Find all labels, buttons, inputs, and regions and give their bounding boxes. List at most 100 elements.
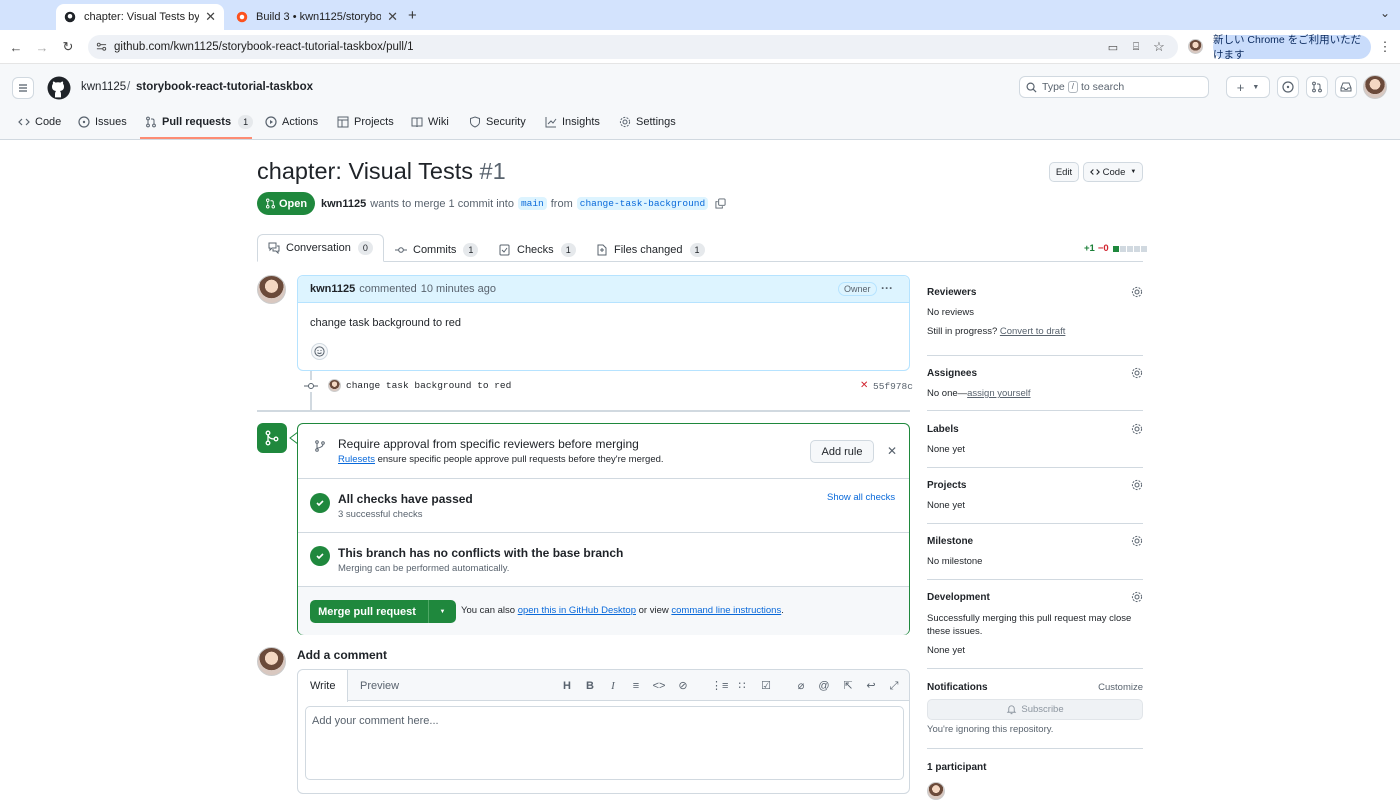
- milestone-heading[interactable]: Milestone: [927, 536, 973, 547]
- tab-conversation[interactable]: Conversation 0: [257, 234, 384, 262]
- commit-sha-link[interactable]: 55f978c: [873, 381, 913, 392]
- tab-files-changed[interactable]: Files changed 1: [596, 238, 705, 262]
- chrome-menu-icon[interactable]: ⋮: [1375, 37, 1395, 57]
- projects-heading[interactable]: Projects: [927, 480, 966, 491]
- gear-icon[interactable]: [1131, 535, 1143, 547]
- repo-nav-code[interactable]: Code: [18, 112, 61, 132]
- address-bar[interactable]: github.com/kwn1125/storybook-react-tutor…: [88, 35, 1178, 59]
- edit-title-button[interactable]: Edit: [1049, 162, 1079, 182]
- global-menu-button[interactable]: [12, 77, 34, 99]
- code-icon[interactable]: <>: [652, 679, 666, 693]
- gear-icon[interactable]: [1131, 367, 1143, 379]
- merge-options-caret-icon[interactable]: ▼: [428, 600, 456, 623]
- close-tab-icon[interactable]: ✕: [387, 9, 398, 25]
- quote-icon[interactable]: ≡: [629, 679, 643, 693]
- pull-request-icon: [1312, 81, 1322, 93]
- comment-author-avatar[interactable]: [257, 275, 286, 304]
- add-reaction-button[interactable]: [311, 343, 328, 360]
- pull-requests-button[interactable]: [1306, 76, 1328, 98]
- base-branch-label[interactable]: main: [517, 197, 547, 210]
- command-line-link[interactable]: command line instructions: [671, 605, 781, 616]
- create-new-button[interactable]: + ▼: [1226, 76, 1270, 98]
- bookmark-star-icon[interactable]: ☆: [1149, 37, 1169, 57]
- subscribe-button[interactable]: Subscribe: [927, 699, 1143, 720]
- bold-icon[interactable]: B: [583, 679, 597, 693]
- new-tab-icon[interactable]: +: [408, 7, 417, 24]
- assignees-heading[interactable]: Assignees: [927, 368, 977, 379]
- customize-notifications-link[interactable]: Customize: [1098, 682, 1143, 693]
- tab-search-icon[interactable]: ⌄: [1380, 6, 1390, 20]
- convert-to-draft-link[interactable]: Convert to draft: [1000, 326, 1065, 337]
- repo-nav-pull-requests[interactable]: Pull requests 1: [145, 112, 254, 132]
- development-heading[interactable]: Development: [927, 592, 990, 603]
- repo-nav-issues[interactable]: Issues: [78, 112, 127, 132]
- global-search-input[interactable]: Type / to search: [1019, 76, 1209, 98]
- github-desktop-link[interactable]: open this in GitHub Desktop: [518, 605, 636, 616]
- comment-timestamp[interactable]: 10 minutes ago: [421, 283, 496, 295]
- repo-nav-projects[interactable]: Projects: [337, 112, 394, 132]
- commit-message-link[interactable]: change task background to red: [346, 380, 511, 391]
- gear-icon[interactable]: [1131, 591, 1143, 603]
- site-info-icon[interactable]: [96, 41, 107, 52]
- link-icon[interactable]: ⊘: [676, 679, 690, 693]
- comment-options-icon[interactable]: ···: [881, 281, 893, 295]
- dismiss-close-icon[interactable]: ✕: [887, 444, 897, 458]
- reference-icon[interactable]: ⇱: [841, 679, 855, 693]
- browser-tab-active[interactable]: chapter: Visual Tests by kwn1125 ✕: [56, 4, 224, 30]
- repo-nav-wiki[interactable]: Wiki: [411, 112, 449, 132]
- unordered-list-icon[interactable]: ∷: [735, 679, 749, 693]
- inbox-button[interactable]: [1335, 76, 1357, 98]
- code-dropdown-button[interactable]: Code ▼: [1083, 162, 1143, 182]
- gear-icon[interactable]: [1131, 286, 1143, 298]
- mention-icon[interactable]: @: [817, 679, 831, 693]
- new-chrome-available-button[interactable]: 新しい Chrome をご利用いただけます: [1213, 34, 1371, 61]
- repo-name-link[interactable]: storybook-react-tutorial-taskbox: [136, 81, 313, 93]
- fullscreen-icon[interactable]: ⤢: [887, 679, 901, 693]
- user-avatar[interactable]: [1363, 75, 1387, 99]
- heading-icon[interactable]: H: [560, 679, 574, 693]
- participant-avatar[interactable]: [927, 782, 945, 800]
- back-icon[interactable]: ←: [6, 37, 26, 57]
- browser-tab[interactable]: Build 3 • kwn1125/storybook-react-tutori…: [228, 4, 406, 30]
- copy-icon[interactable]: [715, 198, 726, 209]
- head-branch-label[interactable]: change-task-background: [576, 197, 709, 210]
- forward-icon[interactable]: →: [32, 37, 52, 57]
- repo-nav-insights[interactable]: Insights: [545, 112, 600, 132]
- owner-badge: Owner: [838, 282, 877, 296]
- show-all-checks-link[interactable]: Show all checks: [827, 492, 895, 503]
- tab-commits[interactable]: Commits 1: [395, 238, 479, 262]
- comment-textarea[interactable]: Add your comment here...: [305, 706, 904, 780]
- current-user-avatar[interactable]: [257, 647, 286, 676]
- assign-yourself-link[interactable]: assign yourself: [967, 388, 1030, 399]
- repo-nav-settings[interactable]: Settings: [619, 112, 676, 132]
- issues-button[interactable]: [1277, 76, 1299, 98]
- italic-icon[interactable]: I: [606, 679, 620, 693]
- pr-author-link[interactable]: kwn1125: [321, 198, 366, 210]
- rulesets-link[interactable]: Rulesets: [338, 454, 375, 465]
- gear-icon[interactable]: [1131, 479, 1143, 491]
- translate-icon[interactable]: ⌸: [1126, 37, 1146, 57]
- gear-icon[interactable]: [1131, 423, 1143, 435]
- task-list-icon[interactable]: ☑: [759, 679, 773, 693]
- reload-icon[interactable]: ↻: [58, 37, 78, 57]
- attach-paperclip-icon[interactable]: ⌀: [794, 679, 808, 693]
- reviewers-heading[interactable]: Reviewers: [927, 287, 976, 298]
- numbered-list-icon[interactable]: ⋮≡: [711, 679, 728, 693]
- cast-icon[interactable]: ▭: [1103, 37, 1123, 57]
- reply-icon[interactable]: ↩: [864, 679, 878, 693]
- labels-heading[interactable]: Labels: [927, 424, 959, 435]
- repo-nav-actions[interactable]: Actions: [265, 112, 318, 132]
- github-logo-icon[interactable]: [47, 76, 71, 100]
- profile-avatar[interactable]: [1188, 39, 1203, 54]
- comment-author-link[interactable]: kwn1125: [310, 283, 355, 295]
- add-rule-button[interactable]: Add rule: [810, 440, 874, 463]
- repo-nav-security[interactable]: Security: [469, 112, 526, 132]
- repo-owner-link[interactable]: kwn1125: [81, 81, 126, 93]
- commit-failed-icon[interactable]: ✕: [860, 380, 868, 391]
- merge-pull-request-button[interactable]: Merge pull request ▼: [310, 600, 456, 623]
- tab-checks[interactable]: Checks 1: [499, 238, 576, 262]
- write-tab[interactable]: Write: [298, 670, 349, 702]
- close-tab-icon[interactable]: ✕: [205, 9, 216, 25]
- preview-tab[interactable]: Preview: [348, 670, 411, 701]
- commit-author-avatar[interactable]: [328, 379, 341, 392]
